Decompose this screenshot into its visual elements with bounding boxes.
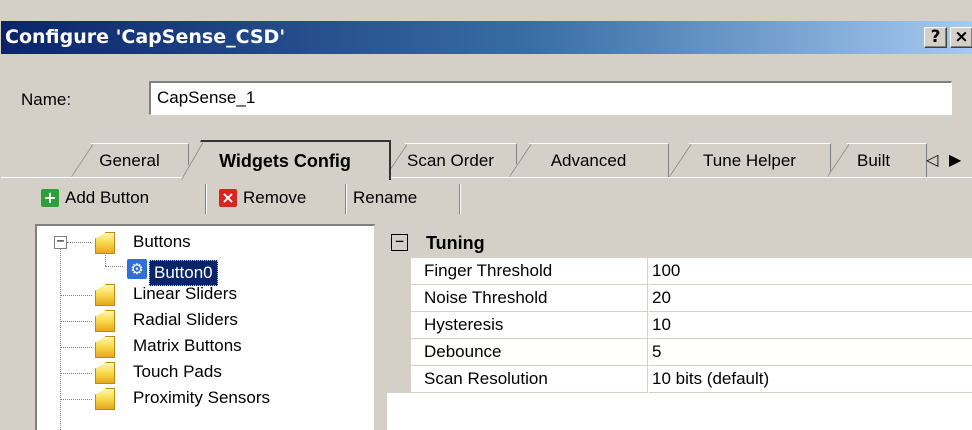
folder-icon <box>95 232 115 254</box>
tree-branch-line <box>60 321 92 322</box>
property-row[interactable]: Noise Threshold 20 <box>387 285 972 312</box>
toolbar-separator <box>459 184 461 214</box>
tree-branch-line <box>60 399 92 400</box>
add-button-button[interactable]: + Add Button <box>41 180 203 216</box>
tab-scan-order[interactable]: Scan Order <box>385 143 517 177</box>
tree-item-label: Buttons <box>133 232 191 251</box>
property-name: Finger Threshold <box>411 258 648 285</box>
title-bar: Configure 'CapSense_CSD' ? × <box>1 21 972 54</box>
tab-general[interactable]: General <box>71 143 189 177</box>
tree-item-selected-label[interactable]: Button0 <box>149 260 218 286</box>
folder-icon <box>95 284 115 306</box>
tab-strip: General Widgets Config Scan Order Advanc… <box>1 140 972 180</box>
row-gutter <box>387 312 411 339</box>
property-grid: − Tuning Finger Threshold 100 Noise Thre… <box>387 228 972 430</box>
property-row[interactable]: Hysteresis 10 <box>387 312 972 339</box>
toolbar-separator <box>345 184 347 214</box>
gear-icon: ⚙ <box>127 259 147 279</box>
tab-widgets-config[interactable]: Widgets Config <box>181 140 391 180</box>
window-title: Configure 'CapSense_CSD' <box>5 26 286 48</box>
property-name: Noise Threshold <box>411 285 648 312</box>
property-row[interactable]: Finger Threshold 100 <box>387 258 972 285</box>
property-value[interactable]: 5 <box>649 339 972 366</box>
property-name: Scan Resolution <box>411 366 648 393</box>
folder-icon <box>95 310 115 332</box>
tree-branch-line <box>60 373 92 374</box>
remove-icon: × <box>219 189 237 207</box>
tab-tune-helper[interactable]: Tune Helper <box>669 143 831 177</box>
property-value[interactable]: 100 <box>649 258 972 285</box>
folder-icon <box>95 388 115 410</box>
help-button[interactable]: ? <box>924 27 947 48</box>
tree-item-label: Matrix Buttons <box>133 336 242 355</box>
tab-advanced[interactable]: Advanced <box>509 143 669 177</box>
remove-button[interactable]: × Remove <box>219 180 339 216</box>
tree-branch-line <box>60 347 92 348</box>
name-input[interactable]: CapSense_1 <box>149 81 952 115</box>
row-gutter <box>387 339 411 366</box>
tree-item-label: Radial Sliders <box>133 310 238 329</box>
tree-branch-line <box>60 295 92 296</box>
tree-item-matrix-buttons[interactable]: Matrix Buttons <box>37 334 367 360</box>
property-value[interactable]: 20 <box>649 285 972 312</box>
tree-item-radial-sliders[interactable]: Radial Sliders <box>37 308 367 334</box>
remove-label: Remove <box>243 188 307 207</box>
row-gutter <box>387 366 411 393</box>
tree-item-label: Touch Pads <box>133 362 222 381</box>
name-label: Name: <box>21 90 72 109</box>
folder-icon <box>95 362 115 384</box>
widget-tree[interactable]: − Buttons ⚙ Linear Sliders Radial Slider… <box>35 224 375 430</box>
configure-dialog: Configure 'CapSense_CSD' ? × Name: CapSe… <box>0 0 972 430</box>
tab-scroll-right-icon[interactable]: ▶ <box>949 150 961 169</box>
tree-item-proximity-sensors[interactable]: Proximity Sensors <box>37 386 367 412</box>
tree-item-touch-pads[interactable]: Touch Pads <box>37 360 367 386</box>
property-category-tuning[interactable]: − Tuning <box>387 228 972 258</box>
widgets-toolbar: + Add Button × Remove Rename <box>35 180 972 216</box>
rename-button[interactable]: Rename <box>353 180 463 216</box>
row-gutter <box>387 285 411 312</box>
tab-scroll-left-icon[interactable]: ◁ <box>926 150 938 169</box>
add-button-label: Add Button <box>65 188 150 207</box>
close-button[interactable]: × <box>950 27 972 48</box>
add-icon: + <box>41 189 59 207</box>
toolbar-separator <box>205 184 207 214</box>
tree-item-buttons[interactable]: Buttons <box>37 230 367 256</box>
row-gutter <box>387 258 411 285</box>
folder-icon <box>95 336 115 358</box>
property-row[interactable]: Scan Resolution 10 bits (default) <box>387 366 972 393</box>
property-value[interactable]: 10 <box>649 312 972 339</box>
tree-item-label: Linear Sliders <box>133 284 237 303</box>
property-value[interactable]: 10 bits (default) <box>649 366 972 393</box>
collapse-icon[interactable]: − <box>391 234 408 251</box>
property-row[interactable]: Debounce 5 <box>387 339 972 366</box>
property-name: Hysteresis <box>411 312 648 339</box>
category-label: Tuning <box>426 233 485 253</box>
tree-item-label: Proximity Sensors <box>133 388 270 407</box>
tab-built-in[interactable]: Built <box>827 143 927 177</box>
property-name: Debounce <box>411 339 648 366</box>
